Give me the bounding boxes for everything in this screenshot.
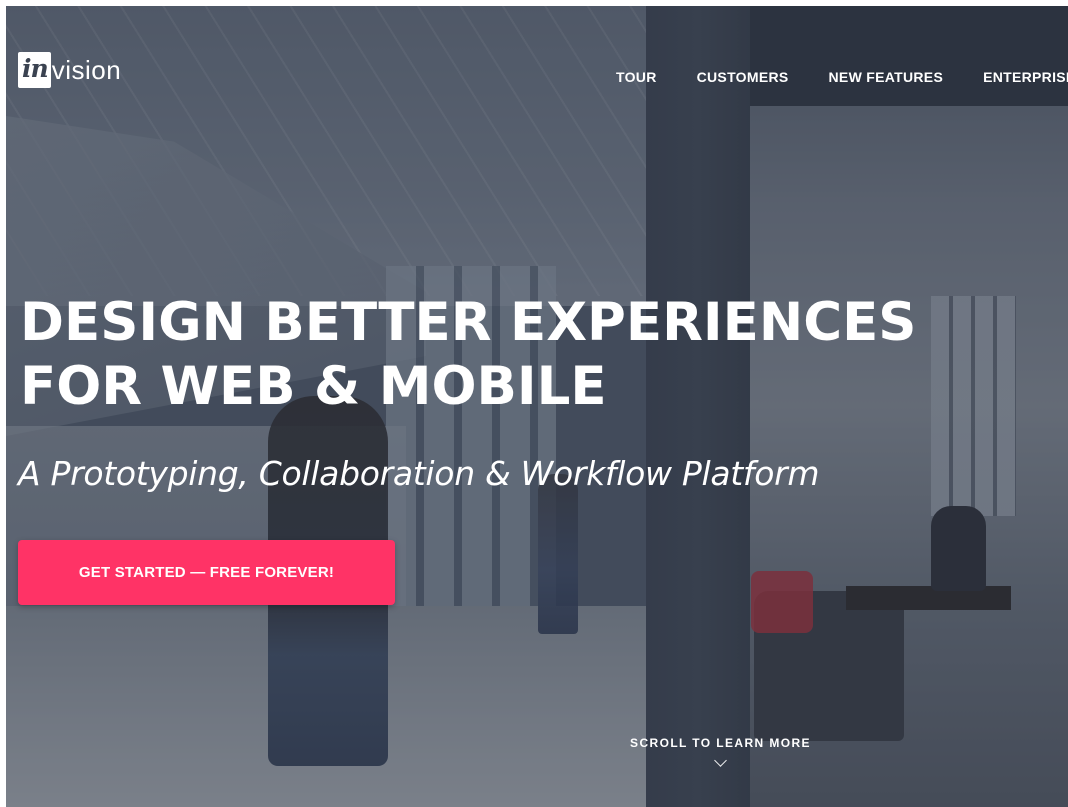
scroll-to-learn-more[interactable]: SCROLL TO LEARN MORE bbox=[618, 736, 823, 767]
get-started-button[interactable]: GET STARTED — FREE FOREVER! bbox=[18, 540, 395, 605]
nav-new-features[interactable]: NEW FEATURES bbox=[829, 68, 944, 86]
headline-line-1: DESIGN BETTER EXPERIENCES bbox=[20, 292, 917, 353]
invision-logo[interactable]: in vision bbox=[18, 52, 121, 88]
logo-mark: in bbox=[18, 52, 51, 88]
nav-customers[interactable]: CUSTOMERS bbox=[697, 68, 789, 86]
nav-tour[interactable]: TOUR bbox=[616, 68, 657, 86]
main-nav: TOUR CUSTOMERS NEW FEATURES ENTERPRISE bbox=[616, 68, 1068, 86]
chevron-down-icon bbox=[714, 754, 727, 767]
headline-line-2: FOR WEB & MOBILE bbox=[20, 356, 607, 417]
hero-headline: DESIGN BETTER EXPERIENCES FOR WEB & MOBI… bbox=[20, 291, 916, 419]
nav-enterprise[interactable]: ENTERPRISE bbox=[983, 68, 1068, 86]
page-frame: in vision TOUR CUSTOMERS NEW FEATURES EN… bbox=[6, 6, 1068, 807]
scroll-label: SCROLL TO LEARN MORE bbox=[630, 736, 811, 750]
logo-wordmark: vision bbox=[51, 55, 122, 85]
hero-subheadline: A Prototyping, Collaboration & Workflow … bbox=[18, 454, 820, 493]
